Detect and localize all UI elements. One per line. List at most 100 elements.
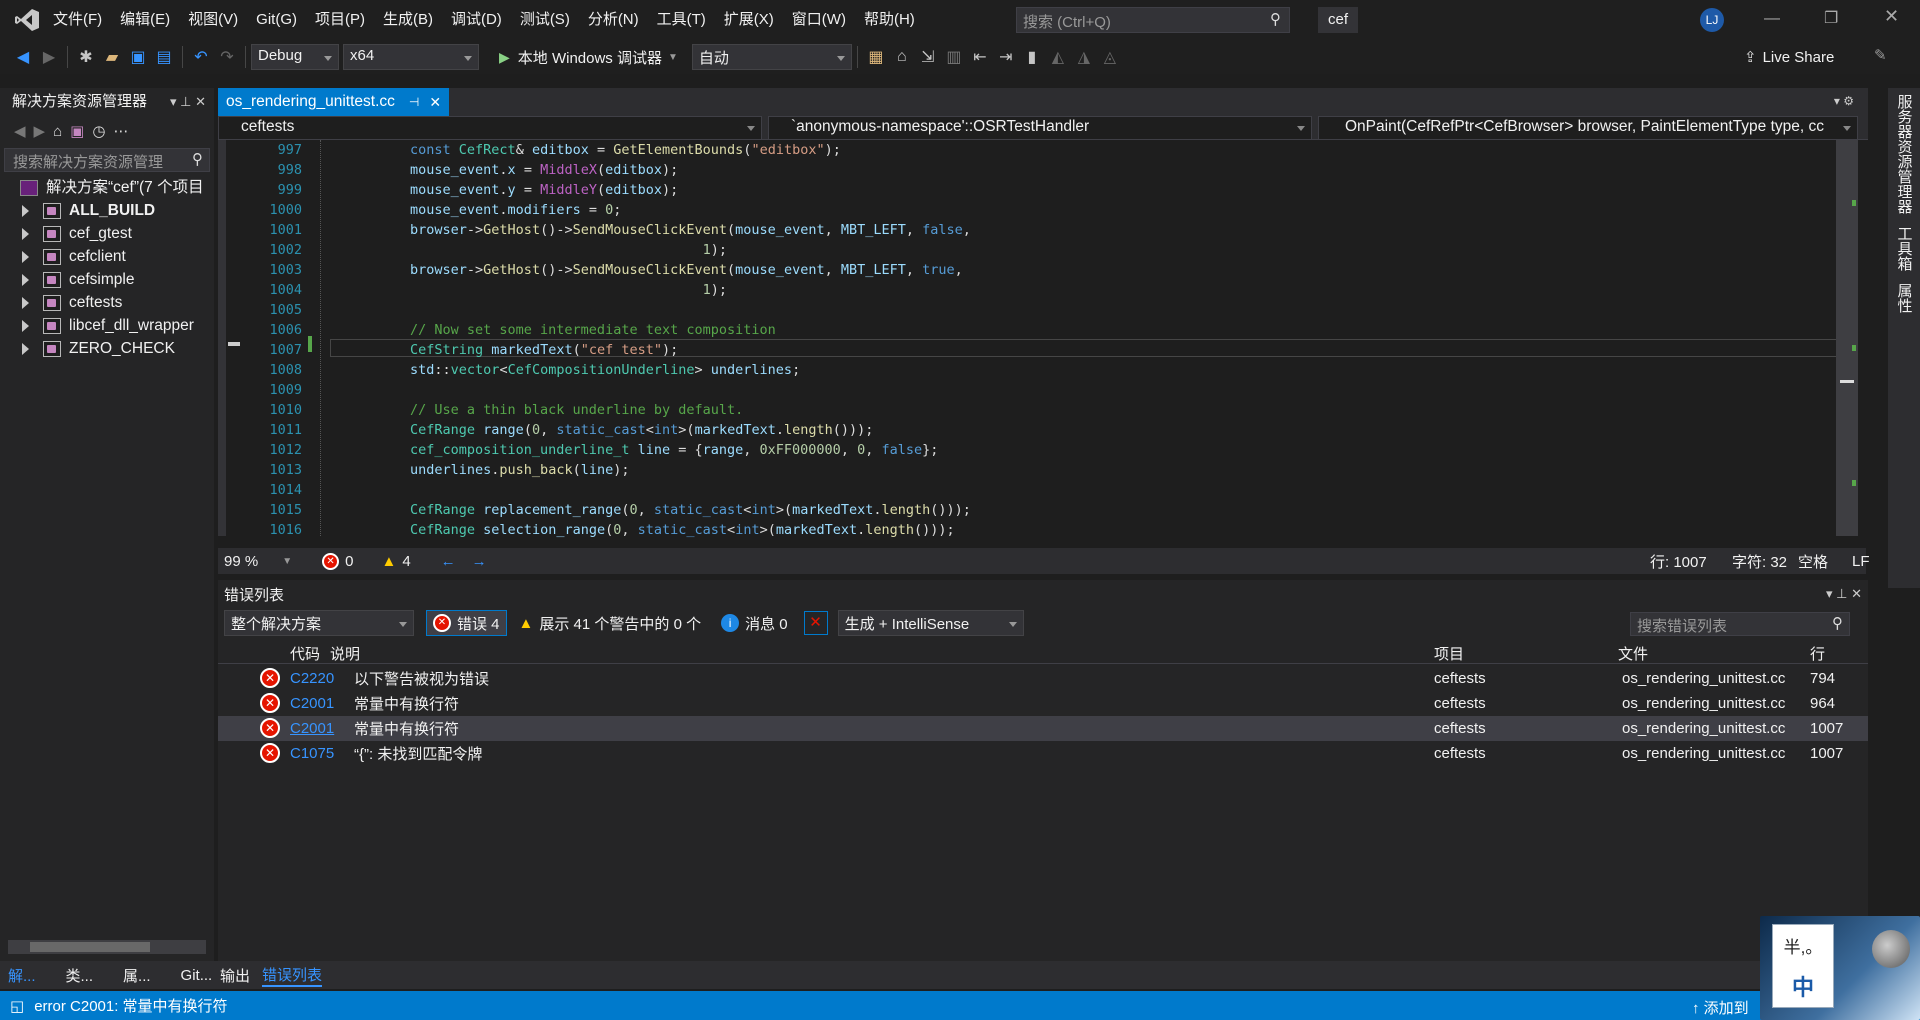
- project-node[interactable]: cef_gtest: [0, 222, 214, 245]
- menu-item[interactable]: 扩展(X): [715, 0, 783, 40]
- horizontal-scrollbar[interactable]: [8, 940, 206, 954]
- error-row[interactable]: ✕ C2001 常量中有换行符 ceftests os_rendering_unitte…: [218, 716, 1868, 741]
- menu-item[interactable]: 生成(B): [374, 0, 442, 40]
- expand-arrow-icon[interactable]: [22, 342, 29, 355]
- menu-item[interactable]: 帮助(H): [855, 0, 924, 40]
- save-icon[interactable]: ▣: [125, 44, 151, 70]
- account-avatar[interactable]: LJ: [1700, 8, 1724, 32]
- column-header-code[interactable]: 代码: [290, 643, 320, 664]
- expand-arrow-icon[interactable]: [22, 319, 29, 332]
- menu-item[interactable]: 文件(F): [44, 0, 111, 40]
- back-icon[interactable]: ◀: [14, 122, 26, 140]
- errors-filter-button[interactable]: ✕ 错误 4: [426, 610, 507, 636]
- column-header-file[interactable]: 文件: [1618, 643, 1648, 664]
- step-icon[interactable]: ⇲: [915, 44, 941, 70]
- clear-bookmarks-icon[interactable]: ◬: [1097, 44, 1123, 70]
- solution-node[interactable]: 解决方案“cef”(7 个项目: [0, 176, 214, 199]
- add-to-source-control-button[interactable]: ↑ 添加到: [1692, 997, 1749, 1018]
- close-tab-icon[interactable]: ✕: [429, 94, 441, 111]
- solution-explorer-icon[interactable]: ▦: [863, 44, 889, 70]
- error-code-link[interactable]: C2001: [290, 695, 334, 712]
- zoom-level[interactable]: 99 %: [224, 553, 258, 570]
- more-icon[interactable]: ⋯: [113, 122, 128, 140]
- warning-count[interactable]: 4: [402, 553, 410, 570]
- bottom-right-tab[interactable]: 错误列表: [262, 964, 323, 987]
- expand-arrow-icon[interactable]: [22, 227, 29, 240]
- bookmark-icon[interactable]: ▮: [1019, 44, 1045, 70]
- member-nav-select[interactable]: OnPaint(CefRefPtr<CefBrowser> browser, P…: [1318, 116, 1858, 140]
- window-icon[interactable]: ▥: [941, 44, 967, 70]
- menu-item[interactable]: 编辑(E): [111, 0, 179, 40]
- expand-arrow-icon[interactable]: [22, 296, 29, 309]
- scope-select[interactable]: 整个解决方案: [224, 610, 414, 636]
- menu-item[interactable]: 窗口(W): [783, 0, 855, 40]
- outdent-icon[interactable]: ⇤: [967, 44, 993, 70]
- undo-icon[interactable]: ↶: [188, 44, 214, 70]
- error-search-input[interactable]: 搜索错误列表 ⚲: [1630, 612, 1850, 636]
- expand-arrow-icon[interactable]: [22, 204, 29, 217]
- home-icon[interactable]: ⌂: [53, 123, 62, 140]
- forward-icon[interactable]: ▶: [34, 122, 46, 140]
- save-all-icon[interactable]: ▤: [151, 44, 177, 70]
- code-view[interactable]: 997 998 999 1000 1001 1002 1003 1004 1005 1006 100…: [218, 140, 1858, 538]
- bottom-left-tab[interactable]: 解...: [8, 965, 36, 986]
- live-share-button[interactable]: ⇪ Live Share: [1744, 44, 1834, 70]
- menu-item[interactable]: 测试(S): [511, 0, 579, 40]
- project-node[interactable]: ALL_BUILD: [0, 199, 214, 222]
- warnings-filter-button[interactable]: ▲ 展示 41 个警告中的 0 个: [519, 613, 702, 634]
- error-count[interactable]: 0: [345, 553, 353, 570]
- back-icon[interactable]: ◀: [10, 44, 36, 70]
- configuration-select[interactable]: Debug: [251, 44, 339, 70]
- prev-bookmark-icon[interactable]: ◭: [1045, 44, 1071, 70]
- expand-arrow-icon[interactable]: [22, 250, 29, 263]
- project-node[interactable]: cefsimple: [0, 268, 214, 291]
- search-input[interactable]: 搜索 (Ctrl+Q) ⚲: [1016, 7, 1290, 33]
- right-dock-tab[interactable]: 服务器资源管理器: [1894, 88, 1915, 220]
- status-message[interactable]: error C2001: 常量中有换行符: [34, 995, 227, 1016]
- project-node[interactable]: libcef_dll_wrapper: [0, 314, 214, 337]
- ime-widget[interactable]: 半,。 中: [1760, 916, 1920, 1020]
- solution-search-input[interactable]: 搜索解决方案资源管理 ⚲: [4, 148, 210, 172]
- menu-item[interactable]: 工具(T): [648, 0, 715, 40]
- indent-icon[interactable]: ⇥: [993, 44, 1019, 70]
- right-dock-tab[interactable]: 属性: [1894, 277, 1915, 319]
- debug-target-select[interactable]: 自动: [691, 44, 852, 70]
- menu-item[interactable]: 视图(V): [179, 0, 247, 40]
- indentation-mode[interactable]: 空格: [1798, 551, 1828, 572]
- vertical-scrollbar[interactable]: [1836, 140, 1858, 536]
- menu-item[interactable]: 分析(N): [579, 0, 648, 40]
- error-code-link[interactable]: C2220: [290, 670, 334, 687]
- column-header-project[interactable]: 项目: [1434, 643, 1464, 664]
- home-icon[interactable]: ⌂: [889, 44, 915, 70]
- forward-icon[interactable]: ▶: [36, 44, 62, 70]
- cursor-line[interactable]: 行: 1007: [1650, 551, 1707, 572]
- next-issue-icon[interactable]: →: [472, 553, 487, 570]
- redo-icon[interactable]: ↷: [214, 44, 240, 70]
- feedback-icon[interactable]: ✎: [1874, 46, 1887, 64]
- start-debugging-button[interactable]: ▶ 本地 Windows 调试器 ▼: [499, 47, 678, 68]
- project-node[interactable]: cefclient: [0, 245, 214, 268]
- restore-button[interactable]: ❐: [1824, 8, 1838, 28]
- bottom-left-tab[interactable]: 属...: [123, 965, 151, 986]
- bottom-right-tab[interactable]: 输出: [220, 965, 250, 986]
- column-header-line[interactable]: 行: [1810, 643, 1825, 664]
- error-row[interactable]: ✕ C1075 “{”: 未找到匹配令牌 ceftests os_rendering_u…: [218, 741, 1868, 766]
- minimize-button[interactable]: —: [1764, 10, 1780, 28]
- project-nav-select[interactable]: ceftests: [218, 116, 762, 140]
- switch-views-icon[interactable]: ▣: [70, 122, 84, 140]
- previous-issue-icon[interactable]: ←: [441, 553, 456, 570]
- close-window-button[interactable]: ✕: [1884, 6, 1899, 27]
- error-row[interactable]: ✕ C2220 以下警告被视为错误 ceftests os_rendering_unit…: [218, 666, 1868, 691]
- line-ending[interactable]: LF: [1852, 553, 1870, 570]
- bottom-left-tab[interactable]: Git...: [181, 967, 213, 984]
- history-icon[interactable]: ◷: [92, 122, 105, 140]
- expand-arrow-icon[interactable]: [22, 273, 29, 286]
- scope-nav-select[interactable]: `anonymous-namespace'::OSRTestHandler: [768, 116, 1312, 140]
- new-project-icon[interactable]: ✱: [73, 44, 99, 70]
- error-code-link[interactable]: C2001: [290, 720, 334, 737]
- menu-item[interactable]: 项目(P): [306, 0, 374, 40]
- platform-select[interactable]: x64: [343, 44, 479, 70]
- build-source-select[interactable]: 生成 + IntelliSense: [837, 610, 1024, 636]
- pin-icon[interactable]: ⊣: [409, 95, 419, 109]
- menu-item[interactable]: Git(G): [247, 0, 306, 40]
